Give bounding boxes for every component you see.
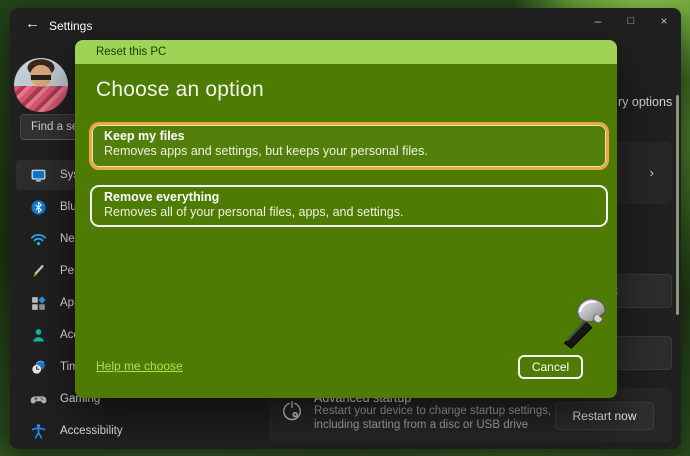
gaming-icon <box>30 391 47 408</box>
network-icon <box>30 231 47 248</box>
settings-window: ← Settings – □ × Find a set Syst Blue Ne… <box>10 8 681 449</box>
restart-now-button[interactable]: Restart now <box>555 402 654 430</box>
option-remove-everything[interactable]: Remove everything Removes all of your pe… <box>90 185 608 227</box>
accounts-icon <box>30 327 47 344</box>
option-description: Removes apps and settings, but keeps you… <box>104 144 594 158</box>
personalization-icon <box>30 263 47 280</box>
option-title: Remove everything <box>104 190 594 204</box>
option-keep-my-files[interactable]: Keep my files Removes apps and settings,… <box>89 122 609 170</box>
option-description: Removes all of your personal files, apps… <box>104 205 594 219</box>
chevron-right-icon: › <box>650 165 654 180</box>
close-icon[interactable]: × <box>648 8 680 34</box>
minimize-icon[interactable]: – <box>582 8 614 34</box>
dialog-title: Reset this PC <box>75 40 617 64</box>
scrollbar[interactable] <box>676 95 679 315</box>
reset-pc-dialog: Reset this PC Choose an option Keep my f… <box>75 40 617 398</box>
option-title: Keep my files <box>104 129 594 143</box>
maximize-icon[interactable]: □ <box>615 8 647 34</box>
apps-icon <box>30 295 47 312</box>
system-icon <box>30 167 47 184</box>
advanced-startup-description: Restart your device to change startup se… <box>314 405 566 432</box>
hammer-cursor-icon <box>551 289 613 351</box>
advanced-startup-icon <box>281 400 303 422</box>
window-title: Settings <box>49 19 92 33</box>
time-icon <box>30 359 47 376</box>
sidebar-item-label: Accessibility <box>60 425 123 437</box>
dialog-heading: Choose an option <box>96 78 264 102</box>
back-arrow-icon[interactable]: ← <box>25 15 40 32</box>
avatar[interactable] <box>14 58 68 112</box>
cancel-button[interactable]: Cancel <box>518 355 583 379</box>
cancel-label: Cancel <box>532 360 569 374</box>
accessibility-icon <box>30 423 47 440</box>
sidebar-item-accessibility[interactable]: Accessibility <box>16 416 260 446</box>
restart-now-label: Restart now <box>572 409 636 423</box>
recovery-options-header-fragment: ry options <box>618 95 672 109</box>
bluetooth-icon <box>30 199 47 216</box>
help-me-choose-link[interactable]: Help me choose <box>96 359 183 373</box>
